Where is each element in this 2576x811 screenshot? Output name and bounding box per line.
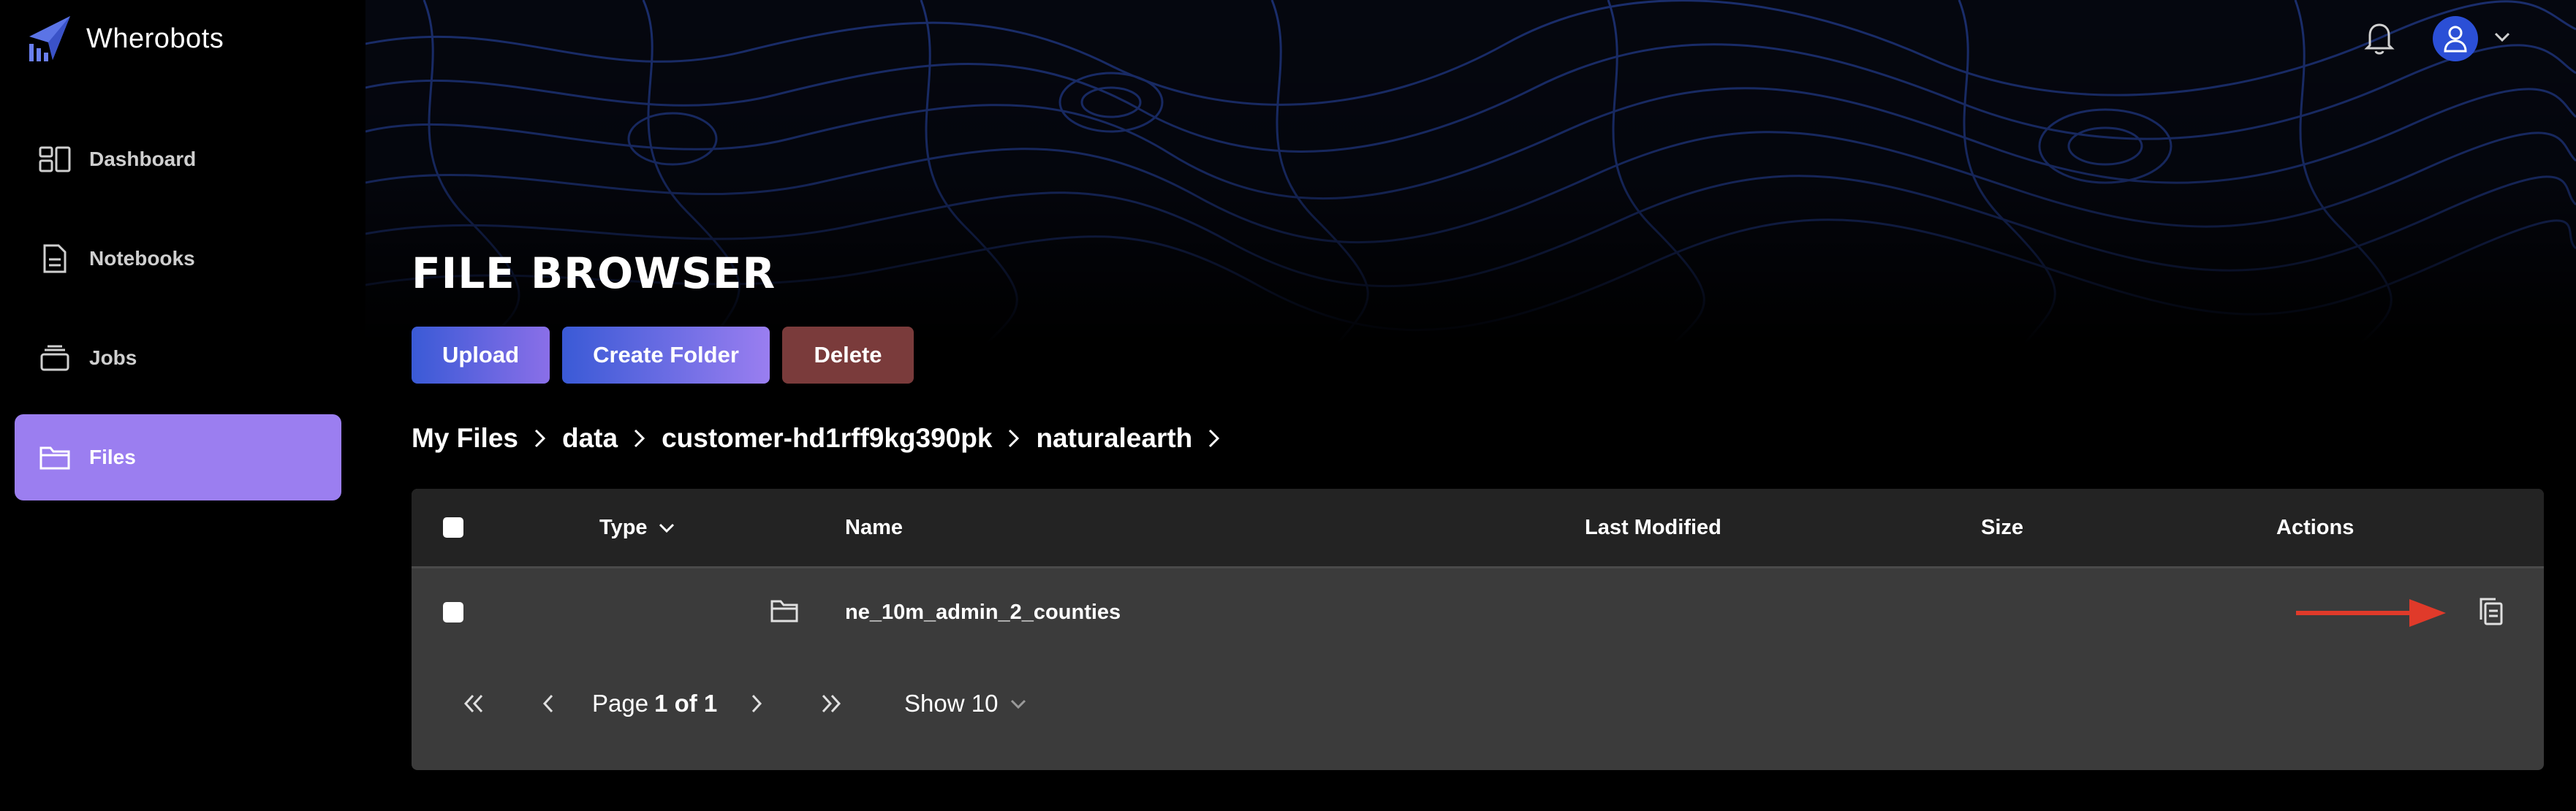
breadcrumb-item-data[interactable]: data <box>562 423 618 454</box>
row-checkbox[interactable] <box>443 602 463 622</box>
bell-icon[interactable] <box>2363 19 2396 56</box>
dashboard-icon <box>38 142 72 176</box>
page-count: 1 of 1 <box>654 690 718 717</box>
create-folder-button[interactable]: Create Folder <box>562 327 770 384</box>
delete-button[interactable]: Delete <box>782 327 914 384</box>
breadcrumb-item-naturalearth[interactable]: naturalearth <box>1036 423 1192 454</box>
sidebar-item-label: Files <box>89 446 136 468</box>
breadcrumb-item-customer[interactable]: customer-hd1rff9kg390pk <box>662 423 992 454</box>
chevron-right-icon <box>996 424 1031 453</box>
column-header-name[interactable]: Name <box>845 489 903 566</box>
app-name: Wherobots <box>86 23 224 54</box>
sidebar-item-label: Dashboard <box>89 148 197 170</box>
last-page-button[interactable] <box>813 685 849 722</box>
select-all-checkbox[interactable] <box>443 517 463 538</box>
jobs-icon <box>38 341 72 375</box>
column-header-actions: Actions <box>2276 515 2355 539</box>
upload-button[interactable]: Upload <box>412 327 550 384</box>
page-title: FILE BROWSER <box>412 248 776 298</box>
sidebar-item-jobs[interactable]: Jobs <box>15 315 341 401</box>
file-name[interactable]: ne_10m_admin_2_counties <box>845 568 1121 656</box>
sidebar: Wherobots Dashboard Notebooks Jobs Files <box>0 0 365 811</box>
chevron-down-icon <box>1011 699 1026 709</box>
chevron-right-icon <box>622 424 657 453</box>
sidebar-item-label: Jobs <box>89 346 137 369</box>
annotation-arrow <box>2296 596 2450 633</box>
page-prefix: Page <box>592 690 649 717</box>
breadcrumb: My Files data customer-hd1rff9kg390pk na… <box>412 418 1236 459</box>
chevron-down-icon <box>659 523 674 533</box>
table-row[interactable]: ne_10m_admin_2_counties <box>412 568 2544 656</box>
first-page-button[interactable] <box>455 685 492 722</box>
sidebar-item-label: Notebooks <box>89 247 195 270</box>
sidebar-item-dashboard[interactable]: Dashboard <box>15 116 341 202</box>
wherobots-logo-icon <box>29 16 70 61</box>
page-size-label: Show 10 <box>904 690 999 717</box>
column-header-last-modified[interactable]: Last Modified <box>1585 489 1721 566</box>
folder-icon <box>770 598 799 628</box>
double-chevron-right-icon <box>822 694 841 713</box>
chevron-down-icon[interactable] <box>2493 28 2512 47</box>
page-indicator: Page 1 of 1 <box>592 685 723 722</box>
chevron-right-icon <box>1197 424 1232 453</box>
column-header-type[interactable]: Type <box>599 489 677 566</box>
breadcrumb-item-my-files[interactable]: My Files <box>412 423 518 454</box>
pagination: Page 1 of 1 Show 10 <box>412 667 2544 740</box>
sidebar-item-files[interactable]: Files <box>15 414 341 500</box>
user-icon <box>2444 26 2467 53</box>
copy-icon[interactable] <box>2477 596 2504 631</box>
chevron-right-icon <box>523 424 558 453</box>
sidebar-item-notebooks[interactable]: Notebooks <box>15 216 341 302</box>
brand[interactable]: Wherobots <box>26 15 224 63</box>
file-table: Type Name Last Modified Size Actions ne_… <box>412 489 2544 770</box>
column-header-size[interactable]: Size <box>1981 489 2023 566</box>
table-header: Type Name Last Modified Size Actions <box>412 489 2544 568</box>
previous-page-button[interactable] <box>530 685 567 722</box>
next-page-button[interactable] <box>738 685 775 722</box>
chevron-left-icon <box>542 694 553 713</box>
page-size-select[interactable]: Show 10 <box>904 685 1028 722</box>
double-chevron-left-icon <box>463 694 483 713</box>
chevron-right-icon <box>751 694 762 713</box>
notebook-icon <box>38 242 72 275</box>
folder-icon <box>38 441 72 474</box>
user-avatar[interactable] <box>2433 16 2478 61</box>
